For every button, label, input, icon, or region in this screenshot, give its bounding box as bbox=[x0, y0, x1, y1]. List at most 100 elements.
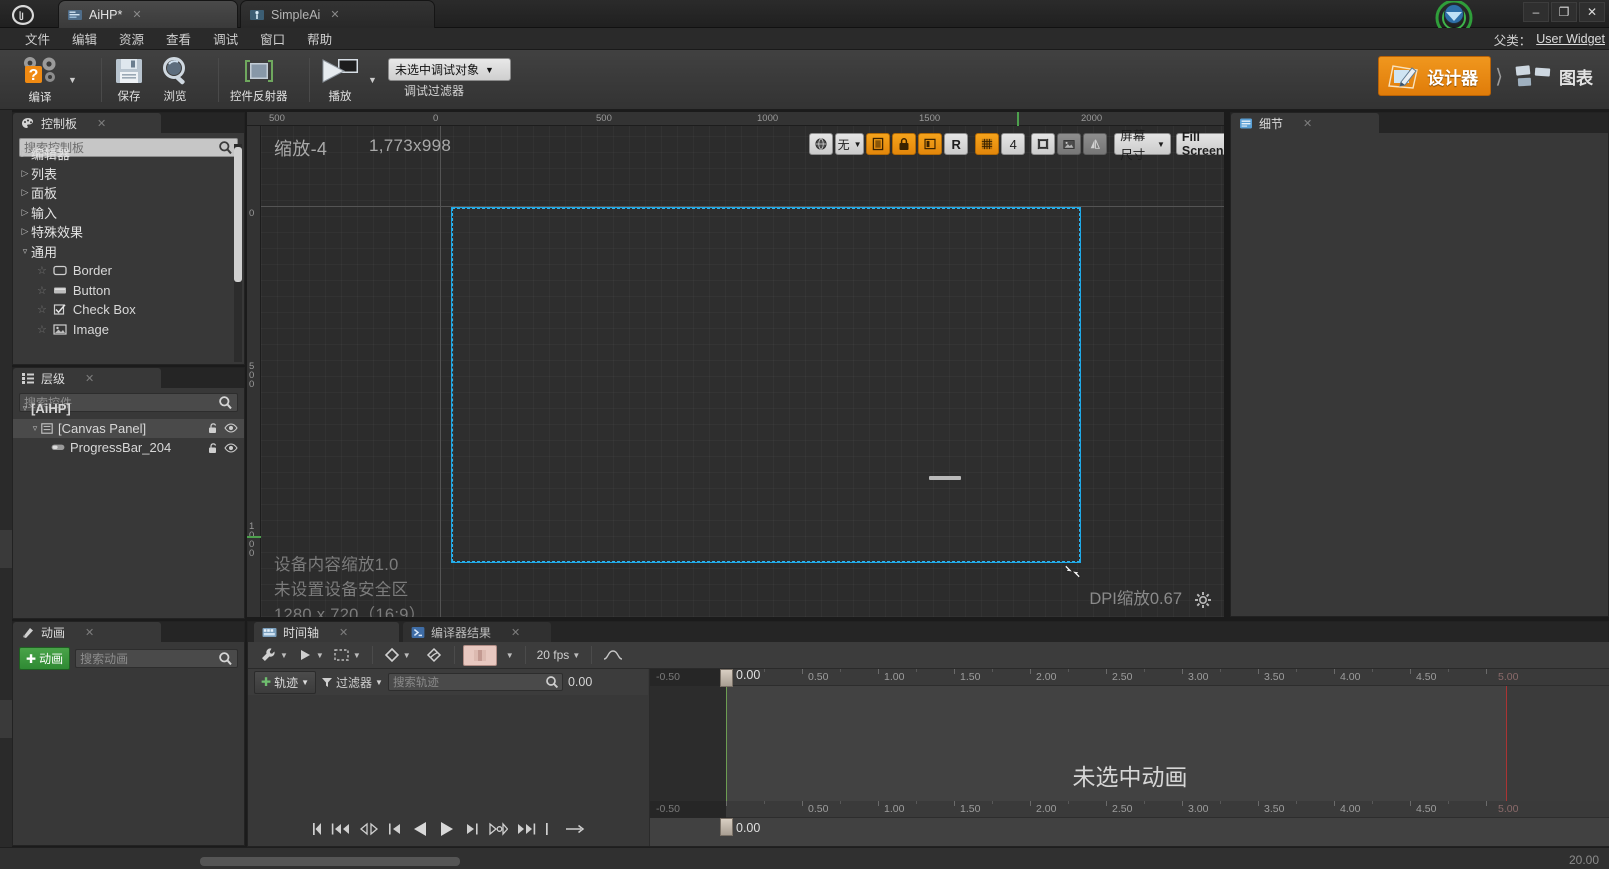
add-track-button[interactable]: ✚ 轨迹 ▼ bbox=[254, 671, 316, 694]
horizontal-ruler[interactable]: 500 0 500 1000 1500 2000 bbox=[247, 112, 1224, 126]
menu-file[interactable]: 文件 bbox=[14, 27, 61, 50]
favorite-star-icon[interactable]: ☆ bbox=[37, 264, 47, 277]
save-button[interactable]: 保存 bbox=[106, 52, 152, 108]
canvas-surface[interactable]: 设备内容缩放1.0 未设置设备安全区 1280 x 720（16:9） bbox=[261, 126, 1224, 617]
compiler-results-tab[interactable]: 编译器结果 ✕ bbox=[403, 622, 551, 642]
fps-dropdown[interactable]: 20 fps ▼ bbox=[534, 644, 584, 666]
close-icon[interactable]: ✕ bbox=[339, 626, 348, 639]
progressbar-widget[interactable] bbox=[929, 476, 961, 480]
timeline-area[interactable]: -0.50 0.50 1.00 1.50 2.00 2.50 3.00 3.50… bbox=[649, 669, 1609, 846]
favorite-star-icon[interactable]: ☆ bbox=[37, 323, 47, 336]
gear-icon[interactable] bbox=[1194, 591, 1212, 609]
maximize-button[interactable]: ❐ bbox=[1551, 2, 1577, 22]
resize-cursor-icon[interactable] bbox=[1063, 562, 1081, 580]
hierarchy-node-aihp[interactable]: ▿ [AiHP] bbox=[13, 399, 244, 419]
grid-snap-toggle[interactable] bbox=[975, 133, 999, 155]
outline-toggle[interactable] bbox=[918, 133, 942, 155]
palette-category-input[interactable]: ▷输入 bbox=[13, 203, 244, 223]
compile-button[interactable]: ? 编译 bbox=[14, 52, 66, 108]
track-search-input[interactable]: 搜索轨迹 bbox=[388, 673, 563, 691]
lock-toggle[interactable] bbox=[892, 133, 916, 155]
sequencer-playback-options-button[interactable]: ▼ bbox=[294, 644, 327, 666]
palette-category-common[interactable]: ▿通用 bbox=[13, 242, 244, 262]
chevron-down-icon[interactable]: ▿ bbox=[29, 423, 41, 434]
browse-button[interactable]: 浏览 bbox=[152, 52, 198, 108]
chevron-down-icon[interactable]: ▼ bbox=[368, 75, 377, 85]
close-icon[interactable]: ✕ bbox=[85, 372, 94, 385]
next-key-button[interactable] bbox=[464, 821, 479, 837]
menu-help[interactable]: 帮助 bbox=[296, 27, 343, 50]
designer-mode-button[interactable]: 设计器 bbox=[1378, 56, 1491, 96]
favorite-star-icon[interactable]: ☆ bbox=[37, 284, 47, 297]
play-reverse-loop-button[interactable] bbox=[359, 821, 379, 837]
menu-window[interactable]: 窗口 bbox=[249, 27, 296, 50]
palette-scrollbar-thumb[interactable] bbox=[234, 147, 242, 282]
previous-key-button[interactable] bbox=[388, 821, 403, 837]
widget-preview-frame[interactable] bbox=[452, 208, 1080, 562]
close-icon[interactable]: ✕ bbox=[132, 8, 141, 21]
play-reverse-button[interactable] bbox=[412, 820, 429, 838]
debug-object-dropdown[interactable]: 未选中调试对象 ▼ bbox=[388, 58, 511, 81]
layout-guides-toggle[interactable] bbox=[1031, 133, 1055, 155]
details-tab[interactable]: 细节 ✕ bbox=[1231, 113, 1379, 133]
unlock-icon[interactable] bbox=[207, 442, 219, 454]
screen-size-dropdown[interactable]: 屏幕尺寸 ▼ bbox=[1114, 133, 1171, 155]
add-animation-button[interactable]: ✚ 动画 bbox=[19, 647, 70, 670]
chevron-down-icon[interactable]: ▼ bbox=[68, 75, 77, 85]
none-dropdown[interactable]: 无 ▼ bbox=[835, 133, 864, 155]
menu-assets[interactable]: 资源 bbox=[108, 27, 155, 50]
playhead-handle-top[interactable] bbox=[720, 669, 733, 687]
eye-icon[interactable] bbox=[224, 442, 238, 454]
palette-category-editor[interactable]: ▷编辑器 bbox=[13, 144, 244, 164]
palette-tab[interactable]: 控制板 ✕ bbox=[13, 113, 161, 133]
close-icon[interactable]: ✕ bbox=[85, 626, 94, 639]
eye-icon[interactable] bbox=[224, 422, 238, 434]
play-forward-button[interactable] bbox=[438, 820, 455, 838]
close-icon[interactable]: ✕ bbox=[1303, 117, 1312, 130]
horizontal-scrollbar[interactable] bbox=[200, 857, 460, 866]
unlock-icon[interactable] bbox=[207, 422, 219, 434]
designer-viewport[interactable]: 500 0 500 1000 1500 2000 0 500 1000 设备内容… bbox=[247, 112, 1224, 617]
play-button[interactable]: 播放 bbox=[314, 52, 366, 108]
animation-search-input[interactable]: 搜索动画 bbox=[75, 649, 238, 668]
favorite-star-icon[interactable]: ☆ bbox=[37, 303, 47, 316]
widget-reflector-button[interactable]: 控件反射器 bbox=[224, 52, 294, 108]
close-icon[interactable]: ✕ bbox=[97, 117, 106, 130]
curve-editor-button[interactable] bbox=[600, 644, 626, 666]
editor-tab-simpleai[interactable]: SimpleAi ✕ bbox=[240, 0, 435, 28]
chevron-down-icon[interactable]: ▿ bbox=[19, 403, 31, 414]
auto-key-dropdown[interactable]: ▼ bbox=[500, 644, 517, 666]
palette-category-list[interactable]: ▷列表 bbox=[13, 164, 244, 184]
parent-class-link[interactable]: User Widget bbox=[1536, 32, 1605, 46]
grid-size-value[interactable]: 4 bbox=[1001, 133, 1025, 155]
editor-tab-aihp[interactable]: AiHP* ✕ bbox=[58, 0, 238, 28]
close-icon[interactable]: ✕ bbox=[511, 626, 520, 639]
loop-button[interactable] bbox=[564, 821, 586, 837]
locale-icon[interactable] bbox=[809, 133, 833, 155]
palette-item-image[interactable]: ☆ Image bbox=[13, 320, 244, 340]
hierarchy-node-progressbar[interactable]: ProgressBar_204 bbox=[13, 438, 244, 458]
hierarchy-tab[interactable]: 层级 ✕ bbox=[13, 368, 161, 388]
palette-item-border[interactable]: ☆ Border bbox=[13, 261, 244, 281]
key-diamond-button[interactable]: ▼ bbox=[381, 644, 414, 666]
hierarchy-node-canvas-panel[interactable]: ▿ [Canvas Panel] bbox=[13, 419, 244, 439]
close-icon[interactable]: ✕ bbox=[330, 8, 339, 21]
step-forward-button[interactable] bbox=[488, 821, 508, 837]
key-interpolation-button[interactable] bbox=[423, 644, 446, 666]
step-back-frames-button[interactable] bbox=[331, 821, 350, 837]
graph-mode-button[interactable]: 图表 bbox=[1507, 58, 1601, 94]
sequencer-settings-button[interactable]: ▼ bbox=[256, 644, 291, 666]
timeline-track-area[interactable]: 未选中动画 bbox=[650, 686, 1609, 801]
menu-debug[interactable]: 调试 bbox=[202, 27, 249, 50]
timeline-ruler-bottom[interactable]: -0.50 0.50 1.00 1.50 2.00 2.50 3.00 3.50… bbox=[650, 801, 1609, 818]
fill-screen-toggle[interactable] bbox=[866, 133, 890, 155]
palette-item-button[interactable]: ☆ Button bbox=[13, 281, 244, 301]
fast-forward-button[interactable] bbox=[517, 821, 536, 837]
jump-to-end-button[interactable] bbox=[545, 821, 555, 837]
menu-edit[interactable]: 编辑 bbox=[61, 27, 108, 50]
collapsed-panel-tab[interactable] bbox=[0, 530, 12, 568]
timeline-ruler-top[interactable]: -0.50 0.50 1.00 1.50 2.00 2.50 3.00 3.50… bbox=[650, 669, 1609, 686]
palette-category-panel[interactable]: ▷面板 bbox=[13, 183, 244, 203]
playhead-handle-bottom[interactable] bbox=[720, 818, 733, 836]
minimize-button[interactable]: – bbox=[1523, 2, 1549, 22]
